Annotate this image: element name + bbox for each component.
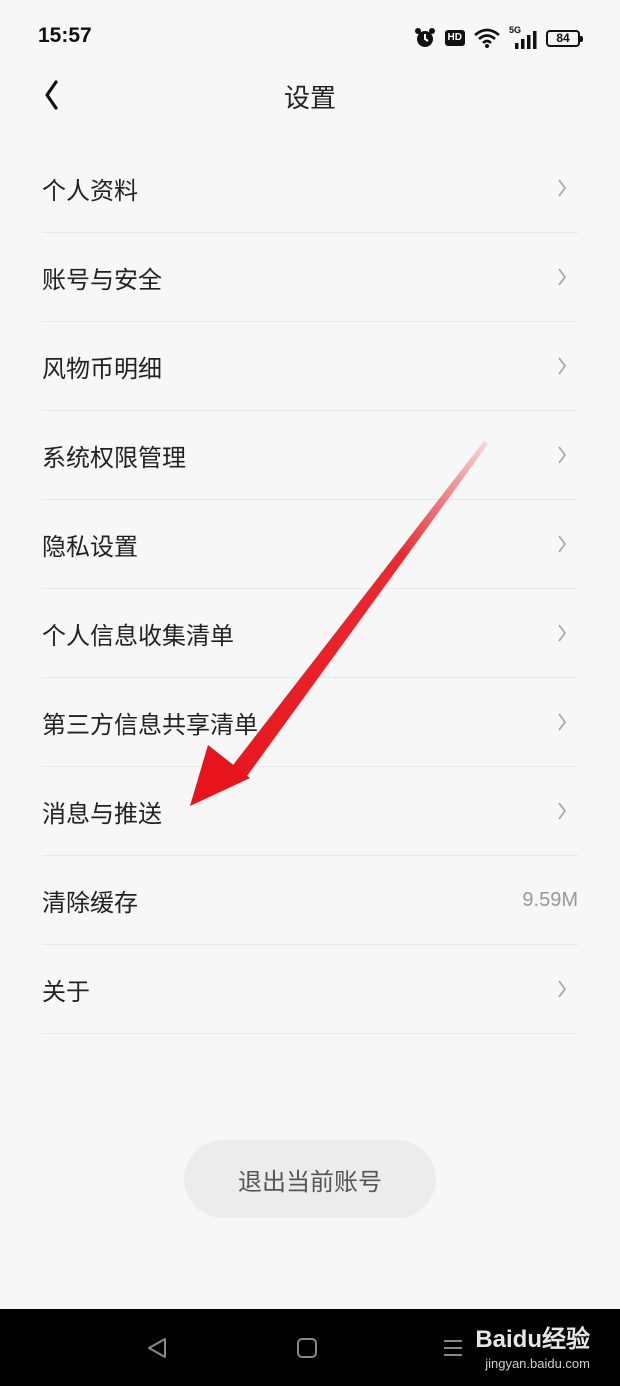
settings-item-privacy[interactable]: 隐私设置: [42, 500, 578, 589]
chevron-right-icon: [558, 713, 567, 731]
chevron-right-icon: [558, 980, 567, 998]
settings-item-clear-cache[interactable]: 清除缓存 9.59M: [42, 856, 578, 945]
settings-item-label: 关于: [42, 977, 90, 1006]
settings-item-third-party-sharing[interactable]: 第三方信息共享清单: [42, 678, 578, 767]
settings-item-system-permissions[interactable]: 系统权限管理: [42, 411, 578, 500]
settings-item-coin-details[interactable]: 风物币明细: [42, 322, 578, 411]
settings-item-account-security[interactable]: 账号与安全: [42, 233, 578, 322]
settings-list: 个人资料 账号与安全 风物币明细 系统权限管理 隐私设置 个人信息收集清单 第三…: [42, 144, 578, 1034]
cellular-signal-icon: 5G: [509, 25, 537, 49]
chevron-right-icon: [558, 179, 567, 197]
battery-level: 84: [556, 31, 570, 45]
status-icons: HD 5G 84: [414, 24, 583, 52]
chevron-right-icon: [558, 446, 567, 464]
settings-item-label: 风物币明细: [42, 354, 162, 383]
settings-item-profile[interactable]: 个人资料: [42, 144, 578, 233]
header: 设置: [0, 72, 620, 118]
status-time: 15:57: [38, 24, 92, 47]
settings-item-label: 消息与推送: [42, 799, 162, 828]
chevron-right-icon: [558, 624, 567, 642]
chevron-right-icon: [558, 535, 567, 553]
watermark-logo: Baidu经验: [475, 1326, 590, 1353]
settings-item-label: 个人信息收集清单: [42, 621, 234, 650]
wifi-icon: [474, 28, 500, 48]
baidu-watermark: Baidu经验 jingyan.baidu.com: [475, 1319, 590, 1371]
hd-badge: HD: [444, 30, 465, 46]
logout-button[interactable]: 退出当前账号: [184, 1140, 436, 1218]
chevron-right-icon: [558, 357, 567, 375]
settings-item-label: 账号与安全: [42, 265, 162, 294]
back-nav-icon[interactable]: [145, 1337, 169, 1359]
settings-item-info-collection[interactable]: 个人信息收集清单: [42, 589, 578, 678]
settings-item-label: 第三方信息共享清单: [42, 710, 258, 739]
settings-item-notifications[interactable]: 消息与推送: [42, 767, 578, 856]
cache-size-value: 9.59M: [522, 888, 578, 911]
menu-nav-icon[interactable]: [442, 1337, 464, 1359]
settings-item-label: 系统权限管理: [42, 443, 186, 472]
home-nav-icon[interactable]: [296, 1337, 318, 1359]
settings-item-label: 个人资料: [42, 176, 138, 205]
settings-item-label: 隐私设置: [42, 532, 138, 561]
chevron-right-icon: [558, 268, 567, 286]
navigation-bar: Baidu经验 jingyan.baidu.com: [0, 1309, 620, 1386]
watermark-url: jingyan.baidu.com: [485, 1356, 590, 1371]
settings-item-label: 清除缓存: [42, 888, 138, 917]
status-bar: 15:57 HD 5G 84: [0, 0, 620, 72]
chevron-right-icon: [558, 802, 567, 820]
battery-icon: 84: [546, 29, 583, 47]
alarm-icon: [414, 28, 435, 47]
settings-item-about[interactable]: 关于: [42, 945, 578, 1034]
page-title: 设置: [283, 84, 336, 114]
